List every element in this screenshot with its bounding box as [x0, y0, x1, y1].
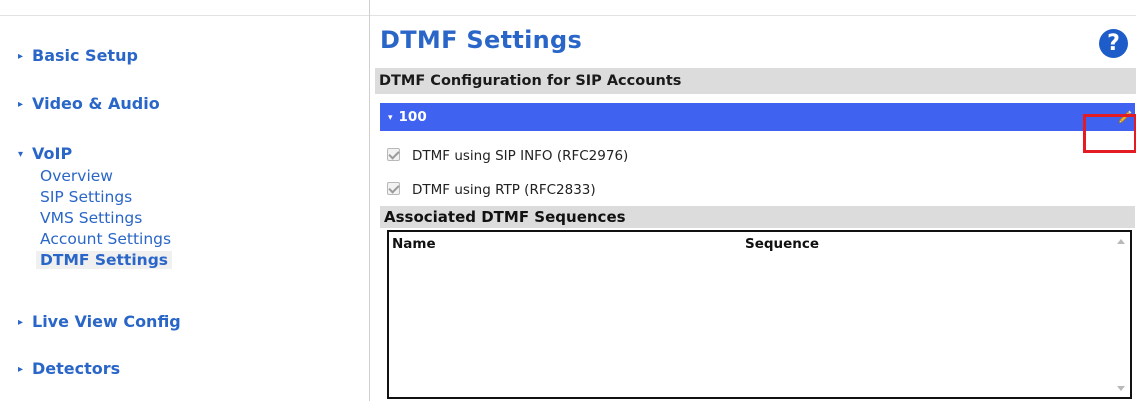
sidebar-subitem-overview[interactable]: Overview	[40, 167, 113, 185]
sequences-header: Associated DTMF Sequences	[380, 206, 1135, 228]
option-rtp[interactable]: DTMF using RTP (RFC2833)	[387, 182, 596, 198]
sidebar-item-label: VoIP	[32, 144, 73, 163]
sidebar-item-label: Basic Setup	[32, 46, 138, 65]
section-header: DTMF Configuration for SIP Accounts	[375, 68, 1136, 94]
sidebar-subitem-dtmf-settings[interactable]: DTMF Settings	[36, 251, 173, 269]
page-title: DTMF Settings	[380, 26, 583, 54]
sidebar-item-voip[interactable]: ▾ VoIP	[18, 144, 72, 163]
column-header-sequence: Sequence	[745, 236, 820, 252]
checkbox-sip-info[interactable]	[387, 148, 400, 161]
help-icon[interactable]: ?	[1099, 29, 1128, 58]
top-rule	[0, 0, 1136, 16]
account-name: 100	[398, 109, 427, 125]
checkbox-rtp[interactable]	[387, 182, 400, 195]
sidebar-item-detectors[interactable]: ▸ Detectors	[18, 359, 120, 378]
option-label: DTMF using RTP (RFC2833)	[412, 182, 596, 198]
scroll-up-icon[interactable]	[1113, 232, 1130, 249]
caret-down-icon: ▾	[388, 113, 393, 123]
edit-highlight-box	[1083, 114, 1136, 153]
column-header-name: Name	[392, 236, 436, 252]
sidebar-subitem-account-settings[interactable]: Account Settings	[40, 230, 171, 248]
sequences-table[interactable]: Name Sequence	[387, 230, 1132, 399]
sequences-title: Associated DTMF Sequences	[384, 208, 626, 226]
caret-right-icon: ▸	[18, 51, 24, 62]
caret-down-icon: ▾	[18, 149, 24, 160]
sidebar-item-label: Detectors	[32, 359, 121, 378]
sidebar-item-label: Video & Audio	[32, 94, 160, 113]
caret-right-icon: ▸	[18, 99, 24, 110]
caret-right-icon: ▸	[18, 317, 24, 328]
sidebar-item-label: Live View Config	[32, 312, 181, 331]
account-label: ▾ 100	[388, 109, 427, 125]
account-bar[interactable]: ▾ 100	[380, 103, 1135, 131]
sidebar-item-video-audio[interactable]: ▸ Video & Audio	[18, 94, 160, 113]
sidebar-item-live-view-config[interactable]: ▸ Live View Config	[18, 312, 181, 331]
section-title: DTMF Configuration for SIP Accounts	[379, 73, 682, 89]
option-sip-info[interactable]: DTMF using SIP INFO (RFC2976)	[387, 148, 628, 164]
sidebar-item-basic-setup[interactable]: ▸ Basic Setup	[18, 46, 138, 65]
sidebar-subitem-sip-settings[interactable]: SIP Settings	[40, 188, 132, 206]
main-content: DTMF Settings ? DTMF Configuration for S…	[370, 16, 1136, 401]
sidebar-subitem-vms-settings[interactable]: VMS Settings	[40, 209, 142, 227]
scrollbar[interactable]	[1113, 232, 1130, 397]
sidebar: ▸ Basic Setup ▸ Video & Audio ▾ VoIP Overvi…	[0, 16, 368, 401]
scroll-down-icon[interactable]	[1113, 380, 1130, 397]
caret-right-icon: ▸	[18, 364, 24, 375]
option-label: DTMF using SIP INFO (RFC2976)	[412, 148, 629, 164]
